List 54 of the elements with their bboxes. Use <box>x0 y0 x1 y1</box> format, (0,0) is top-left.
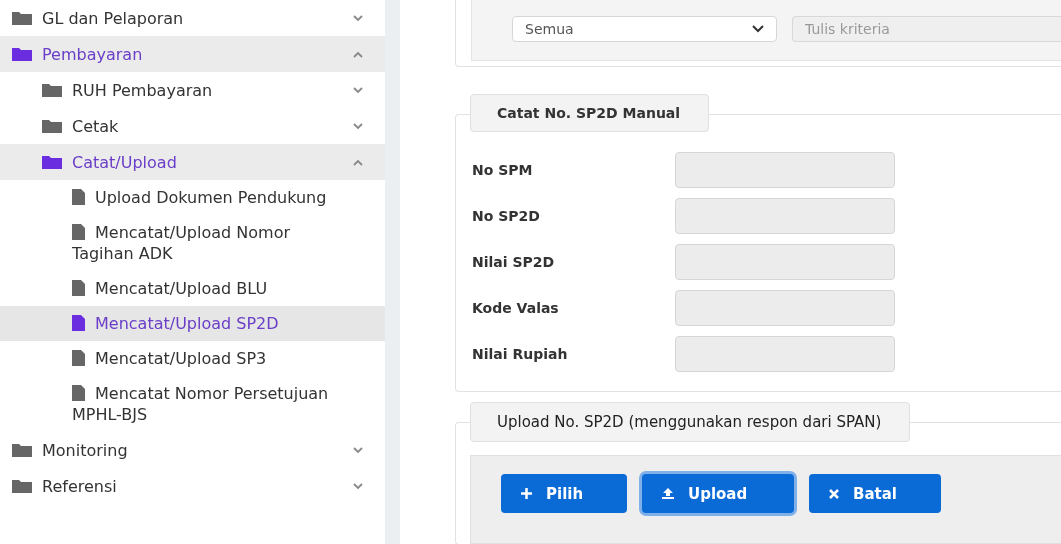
folder-icon <box>42 119 62 133</box>
folder-icon <box>12 443 32 457</box>
sidebar-item[interactable]: Catat/Upload <box>0 144 385 180</box>
field-label: Nilai SP2D <box>472 254 556 270</box>
sidebar-item[interactable]: Mencatat Nomor Persetujuan MPHL-BJS <box>0 376 385 432</box>
folder-icon <box>12 47 32 61</box>
folder-icon <box>12 479 32 493</box>
sidebar-item[interactable]: Pembayaran <box>0 36 385 72</box>
chevron-up-icon <box>353 50 363 58</box>
chevron-down-icon <box>353 482 363 490</box>
close-icon <box>829 488 839 499</box>
sidebar-item[interactable]: Cetak <box>0 108 385 144</box>
plus-icon <box>521 488 532 499</box>
field-label: Kode Valas <box>472 300 560 316</box>
input-field[interactable] <box>675 336 895 372</box>
chevron-down-icon <box>353 14 363 22</box>
input-field[interactable] <box>675 198 895 234</box>
upload-button[interactable]: Upload <box>642 474 794 513</box>
chevron-down-icon <box>353 446 363 454</box>
chevron-down-icon <box>752 25 764 33</box>
file-icon <box>72 224 85 240</box>
sidebar-item[interactable]: Referensi <box>0 468 385 504</box>
file-icon <box>72 315 85 331</box>
chevron-down-icon <box>353 86 363 94</box>
cancel-button[interactable]: Batal <box>809 474 941 513</box>
folder-icon <box>42 83 62 97</box>
sidebar-item[interactable]: RUH Pembayaran <box>0 72 385 108</box>
folder-icon <box>12 11 32 25</box>
section-legend: Upload No. SP2D (menggunakan respon dari SPAN) <box>470 402 911 442</box>
file-icon <box>72 385 85 401</box>
file-icon <box>72 280 85 296</box>
sidebar-item[interactable]: Mencatat/Upload Nomor Tagihan ADK <box>0 215 385 271</box>
chevron-up-icon <box>353 158 363 166</box>
field-label: No SPM <box>472 162 534 178</box>
field-label: Nilai Rupiah <box>472 346 569 362</box>
input-field[interactable] <box>675 290 895 326</box>
file-icon <box>72 350 85 366</box>
sidebar-item[interactable]: Mencatat/Upload SP2D <box>0 306 385 341</box>
folder-icon <box>42 155 62 169</box>
input-field[interactable] <box>675 152 895 188</box>
sidebar-item[interactable]: Monitoring <box>0 432 385 468</box>
sidebar-item[interactable]: GL dan Pelaporan <box>0 0 385 36</box>
sidebar-item[interactable]: Mencatat/Upload BLU <box>0 271 385 306</box>
input-field[interactable] <box>675 244 895 280</box>
field-label: No SP2D <box>472 208 541 224</box>
upload-icon <box>662 488 674 499</box>
file-icon <box>72 189 85 205</box>
add-button[interactable]: Pilih <box>501 474 627 513</box>
section-legend: Catat No. SP2D Manual <box>470 94 710 132</box>
sidebar-item[interactable]: Mencatat/Upload SP3 <box>0 341 385 376</box>
criteria-field[interactable]: Tulis kriteria <box>792 16 1061 42</box>
sidebar-item[interactable]: Upload Dokumen Pendukung <box>0 180 385 215</box>
category-select[interactable]: Semua <box>512 16 777 42</box>
chevron-down-icon <box>353 122 363 130</box>
